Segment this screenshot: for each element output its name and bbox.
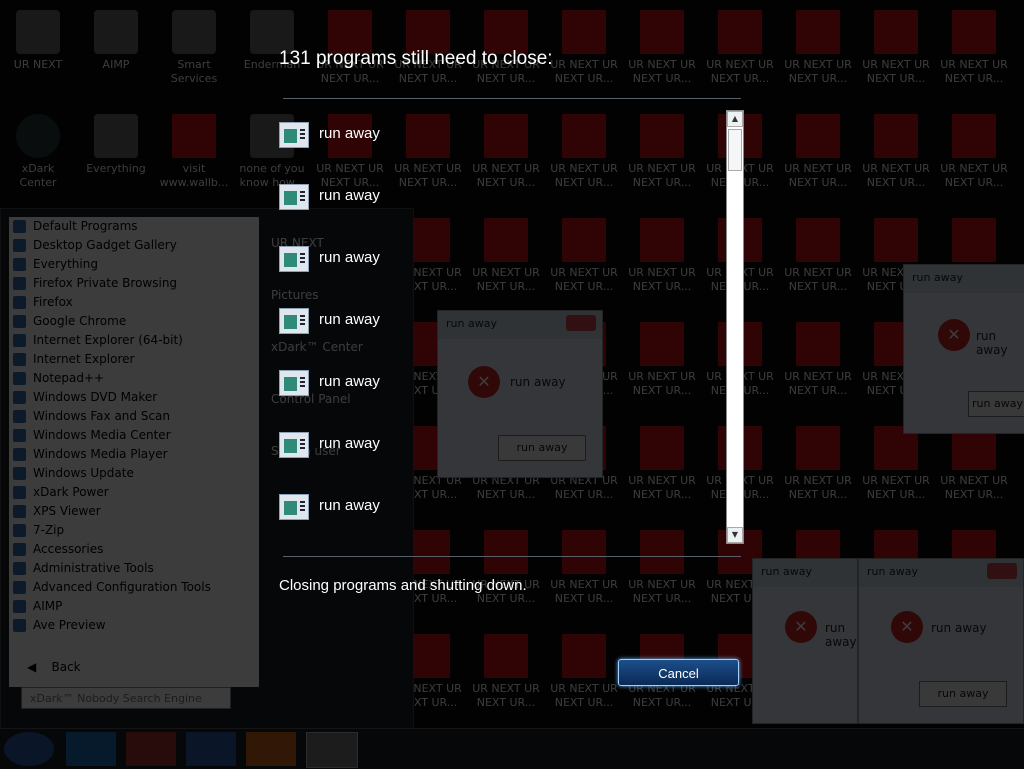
divider xyxy=(283,556,741,557)
list-item: run away xyxy=(279,164,725,226)
divider xyxy=(283,98,741,99)
scroll-up-arrow-icon[interactable]: ▲ xyxy=(727,111,743,127)
program-window-icon xyxy=(279,370,309,396)
shutdown-status-text: Closing programs and shutting down. xyxy=(279,577,527,594)
program-window-icon xyxy=(279,494,309,520)
programs-remaining-heading: 131 programs still need to close: xyxy=(279,48,553,69)
program-window-icon xyxy=(279,122,309,148)
scroll-down-arrow-icon[interactable]: ▼ xyxy=(727,527,743,543)
scroll-thumb[interactable] xyxy=(728,129,742,171)
cancel-button[interactable]: Cancel xyxy=(618,659,739,686)
program-window-icon xyxy=(279,308,309,334)
list-item: run away xyxy=(279,110,725,164)
program-window-icon xyxy=(279,184,309,210)
list-item: run away xyxy=(279,474,725,536)
list-item: run away xyxy=(279,412,725,474)
blocking-program-list: run away run away run away run away run … xyxy=(279,110,725,544)
list-scrollbar[interactable]: ▲ ▼ xyxy=(726,110,744,544)
program-window-icon xyxy=(279,246,309,272)
list-item: run away xyxy=(279,350,725,412)
program-window-icon xyxy=(279,432,309,458)
list-item: run away xyxy=(279,226,725,288)
shutdown-screen: 131 programs still need to close: run aw… xyxy=(0,0,1024,768)
list-item: run away xyxy=(279,288,725,350)
